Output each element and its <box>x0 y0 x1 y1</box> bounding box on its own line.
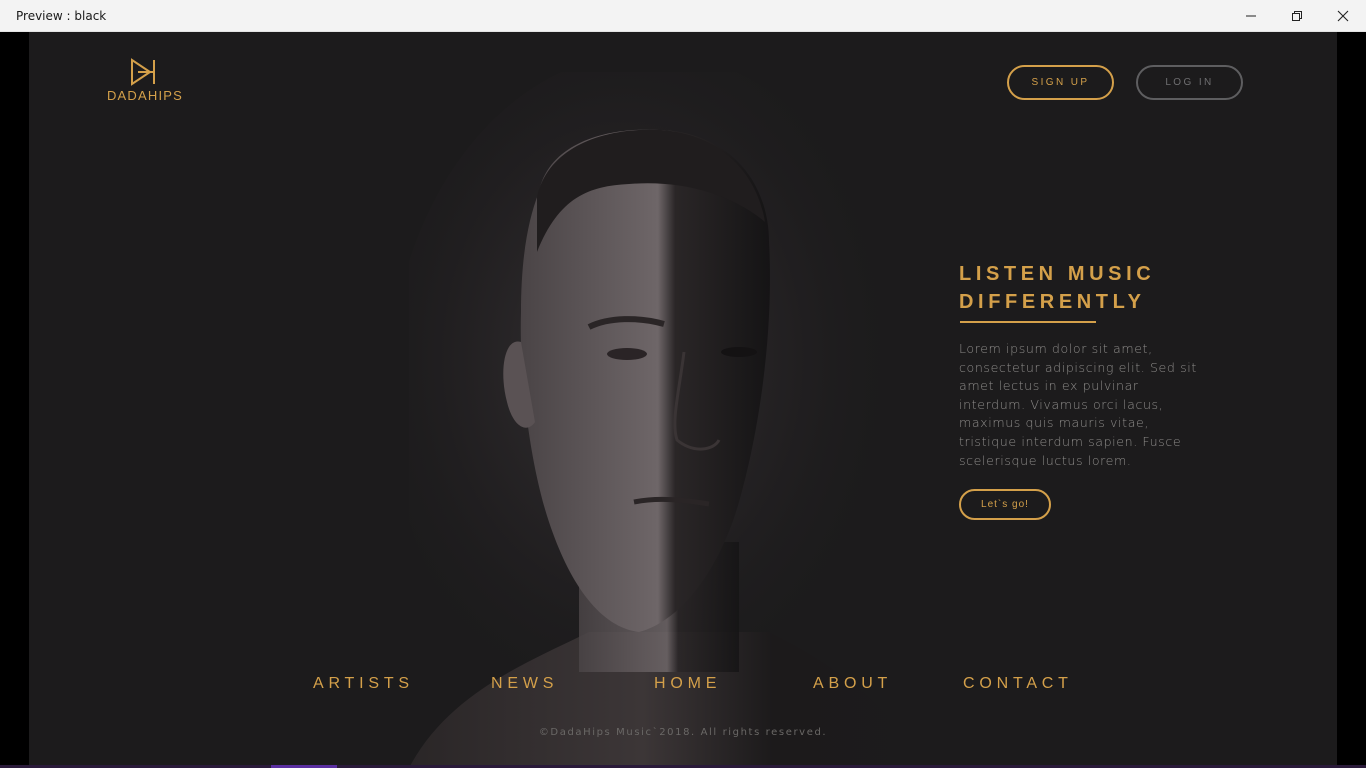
hero-description: Lorem ipsum dolor sit amet, consectetur … <box>959 341 1197 468</box>
play-skip-logo-icon <box>131 58 155 86</box>
hero-title-line-2: DIFFERENTLY <box>959 291 1146 313</box>
hero-portrait-image <box>409 72 929 768</box>
hero-title-line-1: LISTEN MUSIC <box>959 263 1156 285</box>
hero-title: LISTEN MUSIC DIFFERENTLY <box>959 260 1259 316</box>
nav-news[interactable]: NEWS <box>491 675 558 693</box>
close-icon <box>1337 10 1349 22</box>
window-title: Preview : black <box>16 9 107 23</box>
footer-copyright: ©DadaHips Music`2018. All rights reserve… <box>538 727 828 738</box>
restore-icon <box>1292 11 1302 21</box>
landing-page: DADAHIPS SIGN UP LOG IN LISTEN MUSIC DIF… <box>29 32 1337 768</box>
restore-button[interactable] <box>1274 0 1320 32</box>
hero-title-underline <box>960 321 1096 323</box>
lets-go-button[interactable]: Let`s go! <box>959 489 1051 520</box>
minimize-icon <box>1246 15 1256 17</box>
nav-contact[interactable]: CONTACT <box>963 675 1073 693</box>
brand-name: DADAHIPS <box>106 88 184 103</box>
left-letterbox <box>0 32 29 768</box>
nav-about[interactable]: ABOUT <box>813 675 892 693</box>
nav-artists[interactable]: ARTISTS <box>313 675 414 693</box>
nav-home[interactable]: HOME <box>654 675 721 693</box>
sign-up-button[interactable]: SIGN UP <box>1007 65 1114 100</box>
minimize-button[interactable] <box>1228 0 1274 32</box>
close-button[interactable] <box>1320 0 1366 32</box>
log-in-button[interactable]: LOG IN <box>1136 65 1243 100</box>
brand-logo[interactable]: DADAHIPS <box>103 58 187 108</box>
right-letterbox <box>1337 32 1366 768</box>
window-titlebar: Preview : black <box>0 0 1366 32</box>
